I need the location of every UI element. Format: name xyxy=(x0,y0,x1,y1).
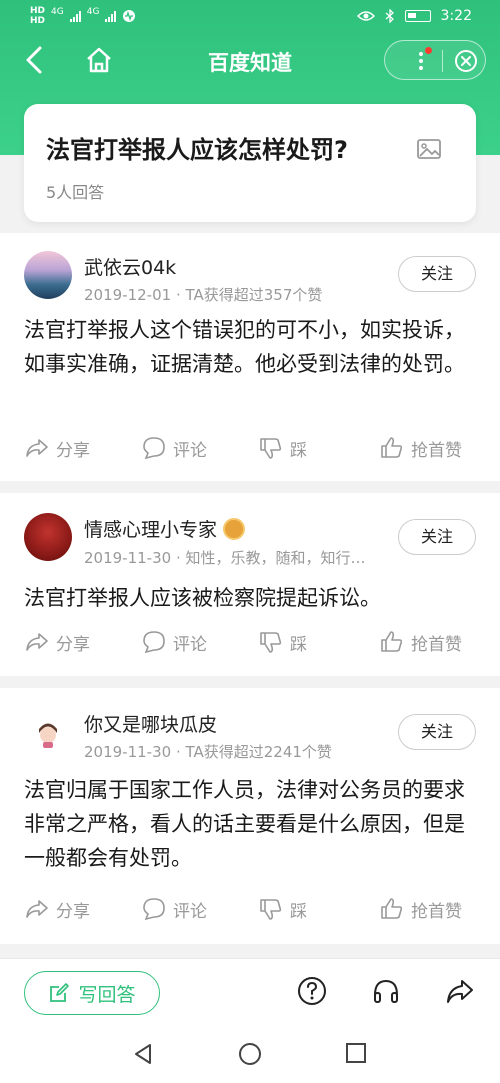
comment-icon xyxy=(143,898,165,921)
status-right: 3:22 xyxy=(356,8,472,24)
battery-icon xyxy=(404,10,431,22)
answer-body: 法官打举报人这个错误犯的可不小，如实投诉，如事实准确，证据清楚。他必受到法律的处… xyxy=(24,318,465,376)
answer-body: 法官归属于国家工作人员，法律对公务员的要求非常之严格，看人的话主要看是什么原因，… xyxy=(24,778,465,870)
signal-icon xyxy=(69,10,81,22)
author-name-row: 情感心理小专家 xyxy=(84,515,246,542)
bluetooth-icon xyxy=(385,9,394,23)
mini-program-capsule xyxy=(384,40,486,80)
answer-count: 5人回答 xyxy=(46,183,105,202)
share-label: 分享 xyxy=(56,901,90,922)
dislike-action[interactable]: 踩 xyxy=(258,629,307,655)
author-name[interactable]: 你又是哪块瓜皮 xyxy=(84,710,217,737)
network-label-1: 4G xyxy=(51,7,64,17)
thumbs-up-icon xyxy=(381,631,403,652)
nav-bar: 百度知道 xyxy=(0,36,500,84)
answer-actions: 分享 评论 踩 抢首赞 xyxy=(0,896,500,926)
like-label: 抢首赞 xyxy=(411,901,462,922)
comment-icon xyxy=(143,437,165,460)
thumbs-up-icon xyxy=(381,437,403,458)
thumbs-down-icon xyxy=(260,632,282,653)
network-label-2: 4G xyxy=(86,7,100,17)
cartoon-avatar-icon xyxy=(39,723,57,748)
share-icon[interactable] xyxy=(444,975,476,1007)
status-left: HD HD 4G 4G xyxy=(30,6,136,26)
avatar[interactable] xyxy=(24,251,72,299)
like-label: 抢首赞 xyxy=(411,634,462,655)
comment-icon xyxy=(143,631,165,654)
share-label: 分享 xyxy=(56,440,90,461)
avatar[interactable] xyxy=(24,513,72,561)
like-action[interactable]: 抢首赞 xyxy=(379,629,462,655)
answer-card: 武依云04k 2019-12-01 · TA获得超过357个赞 关注 法官打举报… xyxy=(0,233,500,481)
comment-action[interactable]: 评论 xyxy=(141,435,207,461)
follow-button[interactable]: 关注 xyxy=(398,256,476,292)
dislike-action[interactable]: 踩 xyxy=(258,896,307,922)
write-answer-label: 写回答 xyxy=(78,983,136,1006)
image-icon[interactable] xyxy=(416,136,442,162)
back-arrow-icon[interactable] xyxy=(22,44,52,76)
hd-label-2: HD xyxy=(30,16,46,26)
like-action[interactable]: 抢首赞 xyxy=(379,896,462,922)
answer-meta: 2019-12-01 · TA获得超过357个赞 xyxy=(84,286,323,304)
edit-icon xyxy=(50,983,70,1002)
notification-dot xyxy=(425,47,432,54)
answer-actions: 分享 评论 踩 抢首赞 xyxy=(0,435,500,465)
share-icon xyxy=(26,633,48,651)
status-time: 3:22 xyxy=(440,8,472,24)
avatar[interactable] xyxy=(24,708,72,756)
home-icon[interactable] xyxy=(84,44,114,76)
capsule-divider xyxy=(442,50,443,72)
signal-icon xyxy=(105,10,117,22)
answer-actions: 分享 评论 踩 抢首赞 xyxy=(0,629,500,659)
thumbs-down-icon xyxy=(260,899,282,920)
system-recents-icon[interactable] xyxy=(345,1042,367,1064)
eye-icon xyxy=(356,11,375,21)
write-answer-button[interactable]: 写回答 xyxy=(24,971,160,1015)
answer-meta: 2019-11-30 · TA获得超过2241个赞 xyxy=(84,743,332,761)
share-icon xyxy=(26,900,48,918)
system-home-icon[interactable] xyxy=(238,1042,262,1066)
share-action[interactable]: 分享 xyxy=(24,629,90,655)
comment-label: 评论 xyxy=(173,440,207,461)
close-icon[interactable] xyxy=(453,48,479,74)
answer-body: 法官打举报人应该被检察院提起诉讼。 xyxy=(24,586,381,610)
author-name[interactable]: 武依云04k xyxy=(84,253,176,280)
help-icon[interactable] xyxy=(296,975,328,1007)
dislike-label: 踩 xyxy=(290,634,307,655)
status-bar: HD HD 4G 4G 3:22 xyxy=(0,0,500,34)
dislike-label: 踩 xyxy=(290,901,307,922)
comment-label: 评论 xyxy=(173,901,207,922)
thumbs-down-icon xyxy=(260,438,282,459)
share-icon xyxy=(26,439,48,457)
answer-card: 情感心理小专家 2019-11-30 · 知性，乐教，随和，知行… 关注 法官打… xyxy=(0,493,500,676)
question-card: 法官打举报人应该怎样处罚? 5人回答 xyxy=(24,104,476,222)
answer-card: 你又是哪块瓜皮 2019-11-30 · TA获得超过2241个赞 关注 法官归… xyxy=(0,688,500,944)
hd-label-1: HD xyxy=(30,6,46,16)
dislike-label: 踩 xyxy=(290,440,307,461)
share-label: 分享 xyxy=(56,634,90,655)
system-back-icon[interactable] xyxy=(132,1042,154,1066)
activity-icon xyxy=(123,10,136,22)
comment-action[interactable]: 评论 xyxy=(141,896,207,922)
like-label: 抢首赞 xyxy=(411,440,462,461)
thumbs-up-icon xyxy=(381,898,403,919)
system-nav-bar xyxy=(0,1028,500,1083)
dislike-action[interactable]: 踩 xyxy=(258,435,307,461)
medal-badge-icon xyxy=(223,517,246,540)
answer-meta: 2019-11-30 · 知性，乐教，随和，知行… xyxy=(84,549,366,567)
follow-button[interactable]: 关注 xyxy=(398,519,476,555)
headphones-icon[interactable] xyxy=(370,975,402,1007)
comment-label: 评论 xyxy=(173,634,207,655)
like-action[interactable]: 抢首赞 xyxy=(379,435,462,461)
author-name[interactable]: 情感心理小专家 xyxy=(84,519,217,541)
follow-button[interactable]: 关注 xyxy=(398,714,476,750)
question-title: 法官打举报人应该怎样处罚? xyxy=(46,136,348,164)
bottom-action-bar: 写回答 xyxy=(0,958,500,1028)
share-action[interactable]: 分享 xyxy=(24,896,90,922)
comment-action[interactable]: 评论 xyxy=(141,629,207,655)
share-action[interactable]: 分享 xyxy=(24,435,90,461)
